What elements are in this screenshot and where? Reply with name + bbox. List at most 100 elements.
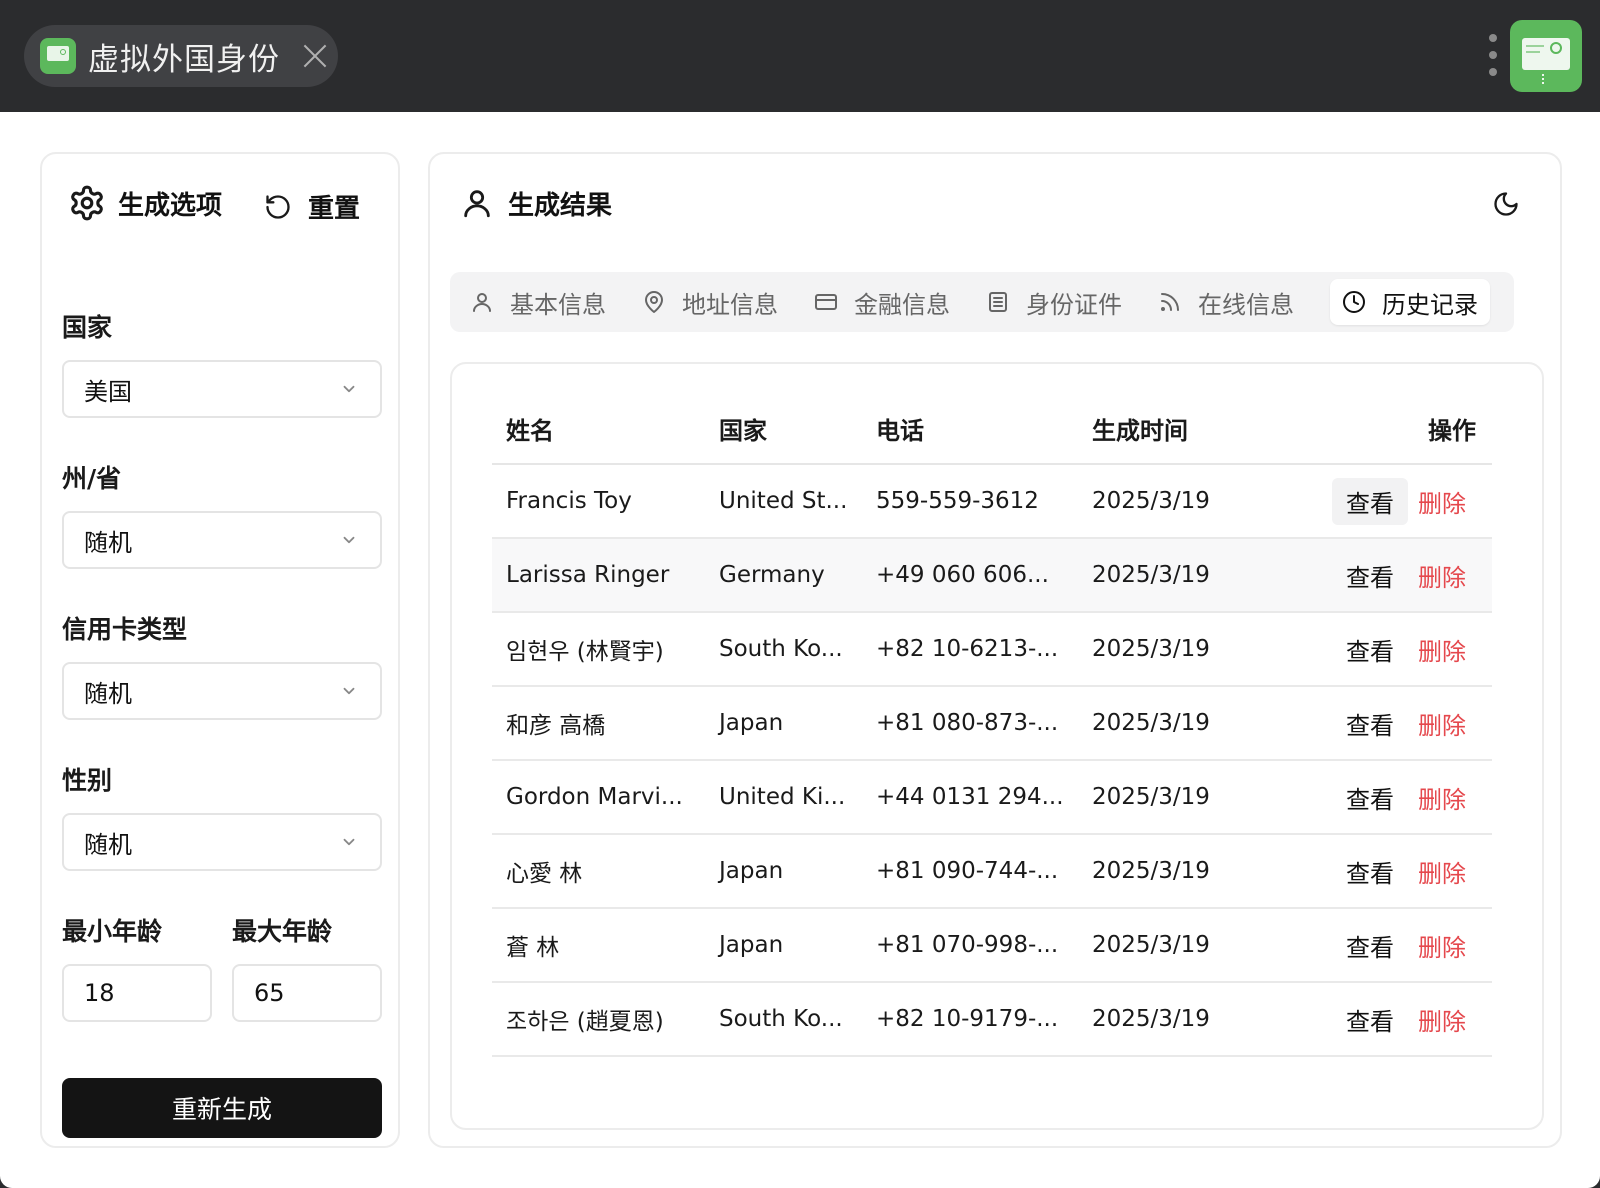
cell-phone: +44 0131 294...: [862, 760, 1078, 835]
cell-actions: 查看 删除: [1278, 982, 1492, 1057]
view-button[interactable]: 查看: [1332, 626, 1408, 673]
cell-time: 2025/3/19: [1078, 538, 1278, 613]
view-button[interactable]: 查看: [1332, 996, 1408, 1043]
table-row: Francis Toy United St... 559-559-3612 20…: [492, 464, 1492, 539]
tab-history[interactable]: 历史记录: [1330, 279, 1490, 325]
view-button[interactable]: 查看: [1332, 774, 1408, 821]
content-area: 生成选项 重置 国家 美国 州/省 随机 信用卡类型 随机 性别 随机 最小年龄…: [0, 112, 1600, 1188]
tab-online-info[interactable]: 在线信息: [1158, 279, 1306, 325]
view-button[interactable]: 查看: [1332, 922, 1408, 969]
delete-button[interactable]: 删除: [1408, 478, 1466, 525]
min-age-value: 18: [84, 979, 115, 1007]
options-header: 生成选项: [68, 184, 222, 222]
cell-name: Larissa Ringer: [492, 538, 705, 613]
delete-button[interactable]: 删除: [1408, 626, 1466, 673]
card-type-value: 随机: [84, 679, 132, 708]
country-value: 美国: [84, 377, 132, 406]
view-button[interactable]: 查看: [1332, 848, 1408, 895]
view-button[interactable]: 查看: [1332, 477, 1408, 525]
cell-time: 2025/3/19: [1078, 834, 1278, 909]
tab-finance-info[interactable]: 金融信息: [814, 279, 962, 325]
delete-button[interactable]: 删除: [1408, 700, 1466, 747]
options-panel: 生成选项 重置 国家 美国 州/省 随机 信用卡类型 随机 性别 随机 最小年龄…: [40, 152, 400, 1148]
user-icon: [464, 190, 490, 218]
reset-label: 重置: [308, 194, 361, 224]
min-age-input[interactable]: 18: [62, 964, 212, 1022]
reset-button[interactable]: 重置: [264, 188, 360, 225]
regenerate-button[interactable]: 重新生成: [62, 1078, 382, 1138]
view-button[interactable]: 查看: [1332, 700, 1408, 747]
tab-id-documents[interactable]: 身份证件: [986, 279, 1134, 325]
cell-phone: 559-559-3612: [862, 464, 1078, 539]
tab-address-info[interactable]: 地址信息: [642, 279, 790, 325]
app-tab[interactable]: 虚拟外国身份: [24, 25, 338, 87]
table-row: Larissa Ringer Germany +49 060 606... 20…: [492, 538, 1492, 613]
cell-phone: +81 080-873-...: [862, 686, 1078, 761]
cell-country: United St...: [705, 464, 862, 539]
more-menu-icon[interactable]: [1486, 34, 1500, 76]
max-age-input[interactable]: 65: [232, 964, 382, 1022]
tab-basic-info[interactable]: 基本信息: [470, 279, 618, 325]
rotate-ccw-icon: [266, 194, 290, 219]
cell-name: 心愛 林: [492, 834, 705, 909]
tab-label: 基本信息: [510, 290, 606, 319]
cell-phone: +82 10-9179-...: [862, 982, 1078, 1057]
cell-time: 2025/3/19: [1078, 908, 1278, 983]
state-select[interactable]: 随机: [62, 511, 382, 569]
country-label: 国家: [62, 313, 113, 342]
cell-phone: +49 060 606...: [862, 538, 1078, 613]
cell-time: 2025/3/19: [1078, 760, 1278, 835]
card-type-select[interactable]: 随机: [62, 662, 382, 720]
delete-button[interactable]: 删除: [1408, 848, 1466, 895]
chevron-down-icon: [343, 385, 355, 393]
country-select[interactable]: 美国: [62, 360, 382, 418]
header-phone: 电话: [862, 394, 1078, 465]
header-name: 姓名: [492, 394, 705, 465]
table-row: 和彦 高橋 Japan +81 080-873-... 2025/3/19 查看…: [492, 686, 1492, 761]
cell-name: 和彦 高橋: [492, 686, 705, 761]
cell-time: 2025/3/19: [1078, 686, 1278, 761]
gender-label: 性别: [62, 766, 113, 795]
cell-country: South Ko...: [705, 612, 862, 687]
table-row: 心愛 林 Japan +81 090-744-... 2025/3/19 查看删…: [492, 834, 1492, 909]
extension-icon[interactable]: [1510, 20, 1582, 92]
moon-icon[interactable]: [1492, 190, 1520, 218]
results-panel: 生成结果 基本信息 地址信息 金融信息 身份证件 在线信息 历史记录 姓名 国家…: [428, 152, 1562, 1148]
view-button[interactable]: 查看: [1332, 552, 1408, 599]
cell-actions: 查看 删除: [1278, 612, 1492, 687]
rss-icon: [1161, 293, 1179, 311]
cell-actions: 查看 删除: [1278, 908, 1492, 983]
cell-name: Francis Toy: [492, 464, 705, 539]
header-time: 生成时间: [1078, 394, 1278, 465]
tab-label: 历史记录: [1382, 290, 1478, 319]
cell-name: 蒼 林: [492, 908, 705, 983]
delete-button[interactable]: 删除: [1408, 996, 1466, 1043]
gender-value: 随机: [84, 830, 132, 859]
table-row: 임현우 (林賢宇) South Ko... +82 10-6213-... 20…: [492, 612, 1492, 687]
state-value: 随机: [84, 528, 132, 557]
tab-title: 虚拟外国身份: [88, 41, 280, 78]
cell-actions: 查看 删除: [1278, 538, 1492, 613]
map-pin-icon: [645, 291, 663, 313]
gender-select[interactable]: 随机: [62, 813, 382, 871]
delete-button[interactable]: 删除: [1408, 922, 1466, 969]
cell-country: Germany: [705, 538, 862, 613]
history-card: 姓名 国家 电话 生成时间 操作 Francis Toy United St..…: [450, 362, 1544, 1130]
cell-country: Japan: [705, 834, 862, 909]
cell-time: 2025/3/19: [1078, 982, 1278, 1057]
result-tabs: 基本信息 地址信息 金融信息 身份证件 在线信息 历史记录: [450, 272, 1514, 332]
tab-label: 身份证件: [1026, 290, 1122, 319]
cell-country: South Ko...: [705, 982, 862, 1057]
max-age-value: 65: [254, 979, 285, 1007]
tab-label: 在线信息: [1198, 290, 1294, 319]
cell-actions: 查看 删除: [1278, 464, 1492, 539]
delete-button[interactable]: 删除: [1408, 774, 1466, 821]
cell-phone: +81 070-998-...: [862, 908, 1078, 983]
card-type-label: 信用卡类型: [62, 615, 188, 644]
cell-name: 임현우 (林賢宇): [492, 612, 705, 687]
close-icon[interactable]: [302, 43, 328, 69]
credit-card-icon: [815, 294, 837, 310]
table-header-row: 姓名 国家 电话 生成时间 操作: [492, 394, 1492, 465]
browser-titlebar: 虚拟外国身份: [0, 0, 1600, 112]
delete-button[interactable]: 删除: [1408, 552, 1466, 599]
